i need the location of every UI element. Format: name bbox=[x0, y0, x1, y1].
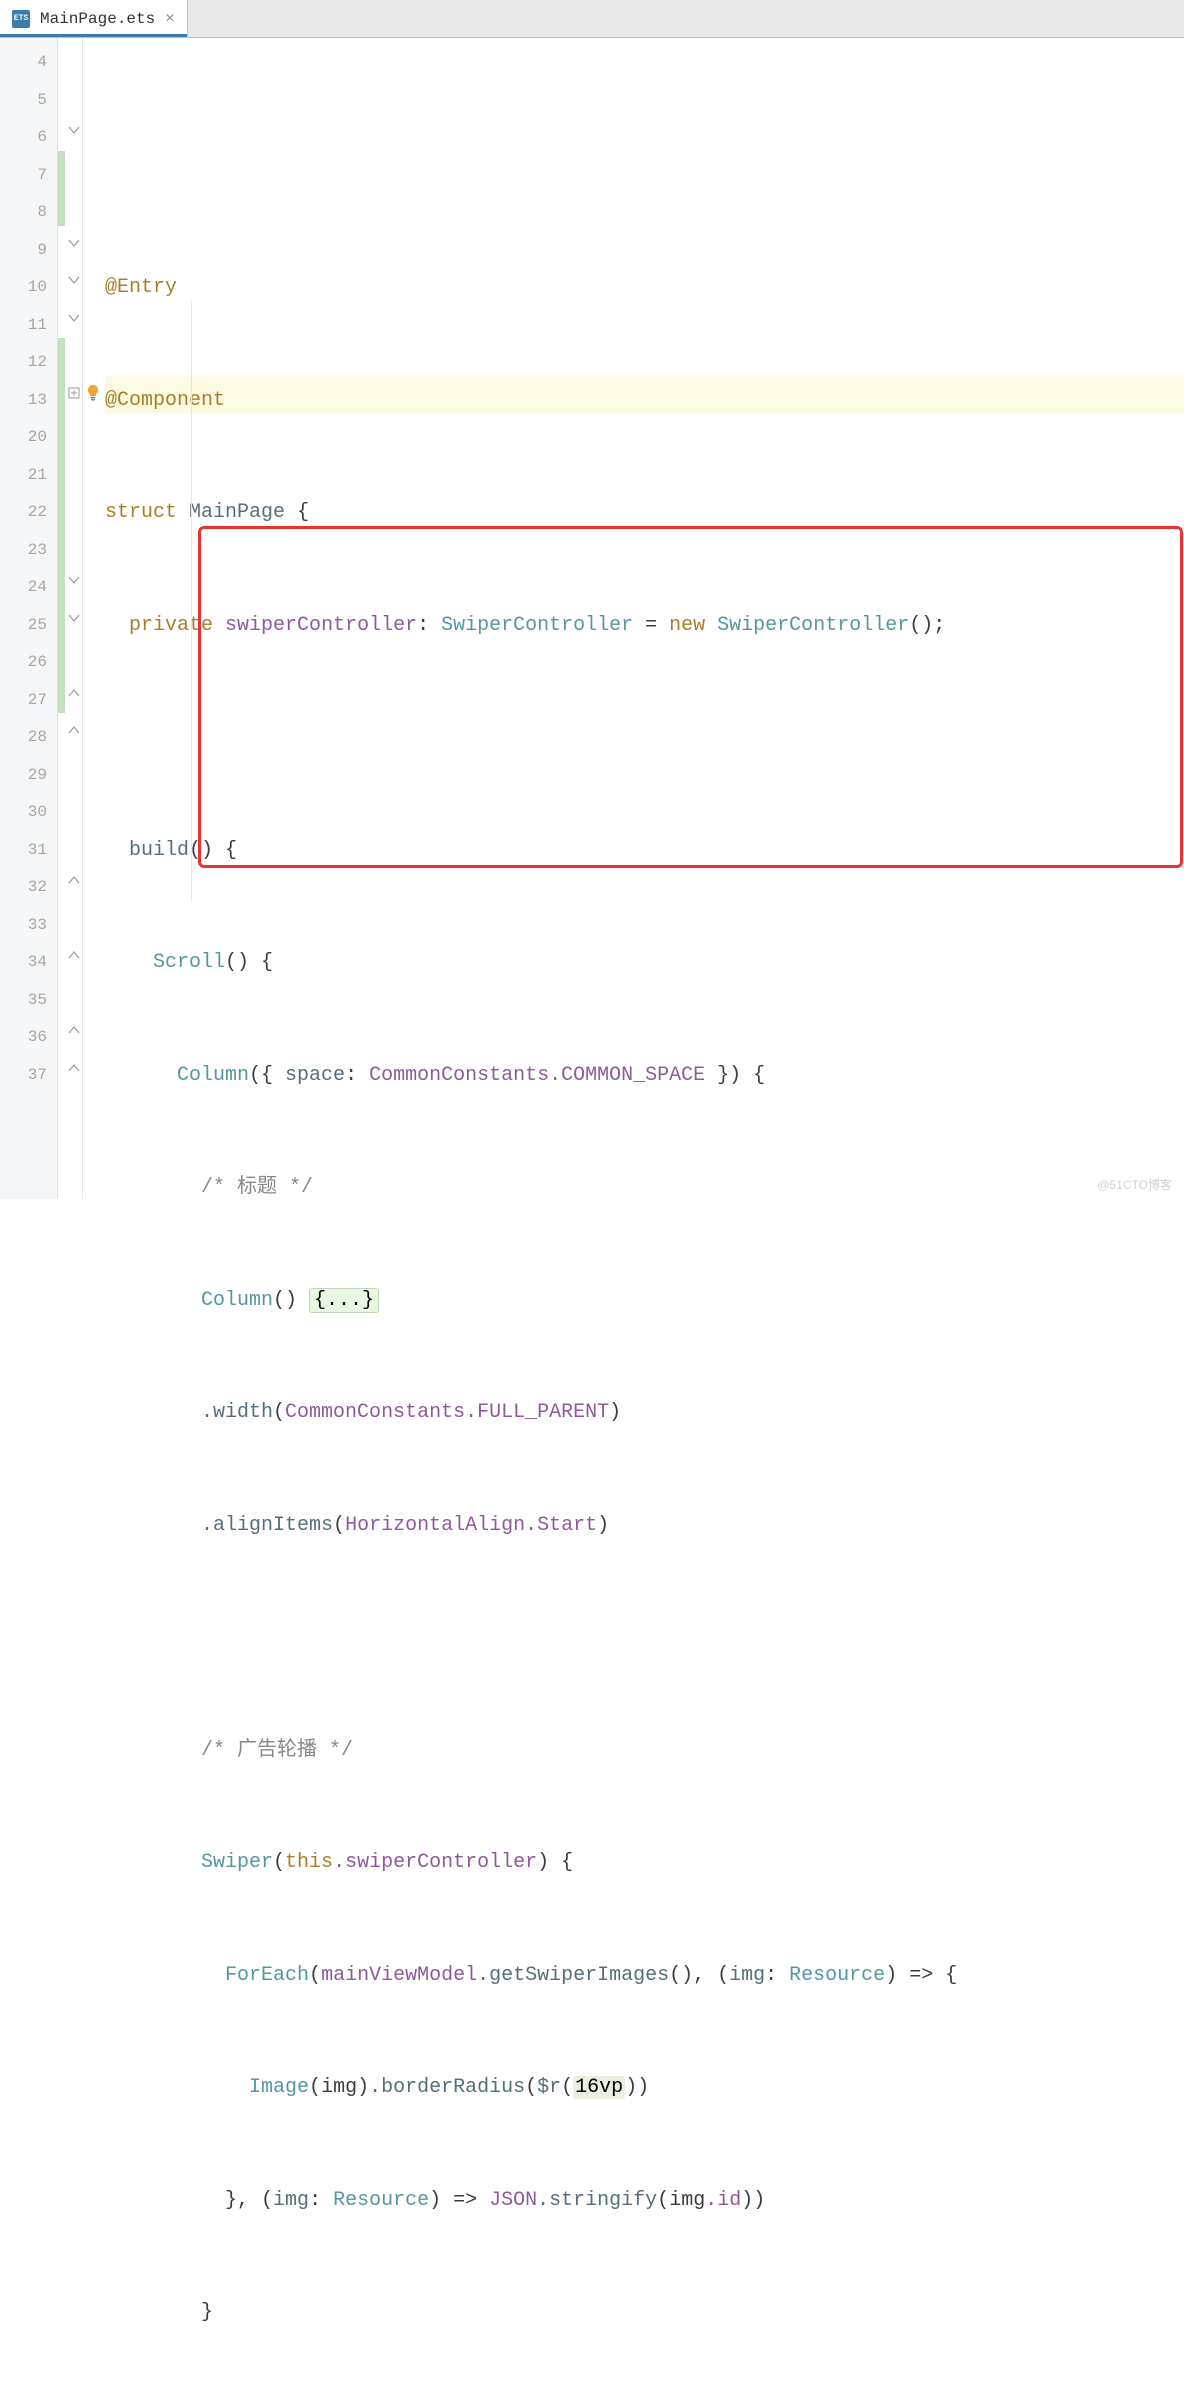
fold-toggle-icon[interactable] bbox=[66, 311, 82, 325]
line-number: 7 bbox=[0, 157, 57, 195]
line-number: 26 bbox=[0, 644, 57, 682]
line-number: 8 bbox=[0, 194, 57, 232]
line-number: 30 bbox=[0, 794, 57, 832]
close-icon[interactable]: × bbox=[165, 10, 175, 28]
line-number: 12 bbox=[0, 344, 57, 382]
line-number: 10 bbox=[0, 269, 57, 307]
lightbulb-icon[interactable] bbox=[85, 384, 101, 400]
line-number: 28 bbox=[0, 719, 57, 757]
line-number: 21 bbox=[0, 457, 57, 495]
line-number: 33 bbox=[0, 907, 57, 945]
hint-column bbox=[83, 38, 105, 1199]
line-number: 6 bbox=[0, 119, 57, 157]
line-number: 13 bbox=[0, 382, 57, 420]
fold-close-icon[interactable] bbox=[66, 948, 82, 962]
tab-filename: MainPage.ets bbox=[40, 10, 155, 28]
line-number: 25 bbox=[0, 607, 57, 645]
line-number: 27 bbox=[0, 682, 57, 720]
fold-toggle-icon[interactable] bbox=[66, 611, 82, 625]
line-number: 37 bbox=[0, 1057, 57, 1095]
line-number-gutter: 4567891011121320212223242526272829303132… bbox=[0, 38, 58, 1199]
line-number: 36 bbox=[0, 1019, 57, 1057]
line-number: 35 bbox=[0, 982, 57, 1020]
fold-close-icon[interactable] bbox=[66, 686, 82, 700]
code-editor[interactable]: 4567891011121320212223242526272829303132… bbox=[0, 38, 1184, 1199]
tab-bar: ETS MainPage.ets × bbox=[0, 0, 1184, 38]
line-number: 11 bbox=[0, 307, 57, 345]
line-number: 29 bbox=[0, 757, 57, 795]
fold-close-icon[interactable] bbox=[66, 1061, 82, 1075]
line-number: 31 bbox=[0, 832, 57, 870]
folded-code[interactable]: {...} bbox=[309, 1288, 379, 1313]
line-number: 34 bbox=[0, 944, 57, 982]
line-number: 5 bbox=[0, 82, 57, 120]
line-number: 22 bbox=[0, 494, 57, 532]
line-number: 4 bbox=[0, 44, 57, 82]
line-number: 20 bbox=[0, 419, 57, 457]
watermark: @51CTO博客 bbox=[1097, 1176, 1172, 1193]
ets-file-icon: ETS bbox=[12, 10, 30, 28]
highlight-box bbox=[198, 526, 1183, 868]
line-number: 32 bbox=[0, 869, 57, 907]
fold-close-icon[interactable] bbox=[66, 723, 82, 737]
vcs-change-bar bbox=[58, 38, 65, 1199]
code-area[interactable]: @Entry @Component struct MainPage { priv… bbox=[105, 38, 1184, 1199]
fold-toggle-icon[interactable] bbox=[66, 273, 82, 287]
line-number: 23 bbox=[0, 532, 57, 570]
fold-expand-icon[interactable] bbox=[66, 386, 82, 400]
fold-toggle-icon[interactable] bbox=[66, 573, 82, 587]
fold-column bbox=[65, 38, 83, 1199]
line-number: 24 bbox=[0, 569, 57, 607]
fold-close-icon[interactable] bbox=[66, 873, 82, 887]
fold-toggle-icon[interactable] bbox=[66, 236, 82, 250]
fold-toggle-icon[interactable] bbox=[66, 123, 82, 137]
file-tab[interactable]: ETS MainPage.ets × bbox=[0, 0, 188, 37]
fold-close-icon[interactable] bbox=[66, 1023, 82, 1037]
line-number: 9 bbox=[0, 232, 57, 270]
